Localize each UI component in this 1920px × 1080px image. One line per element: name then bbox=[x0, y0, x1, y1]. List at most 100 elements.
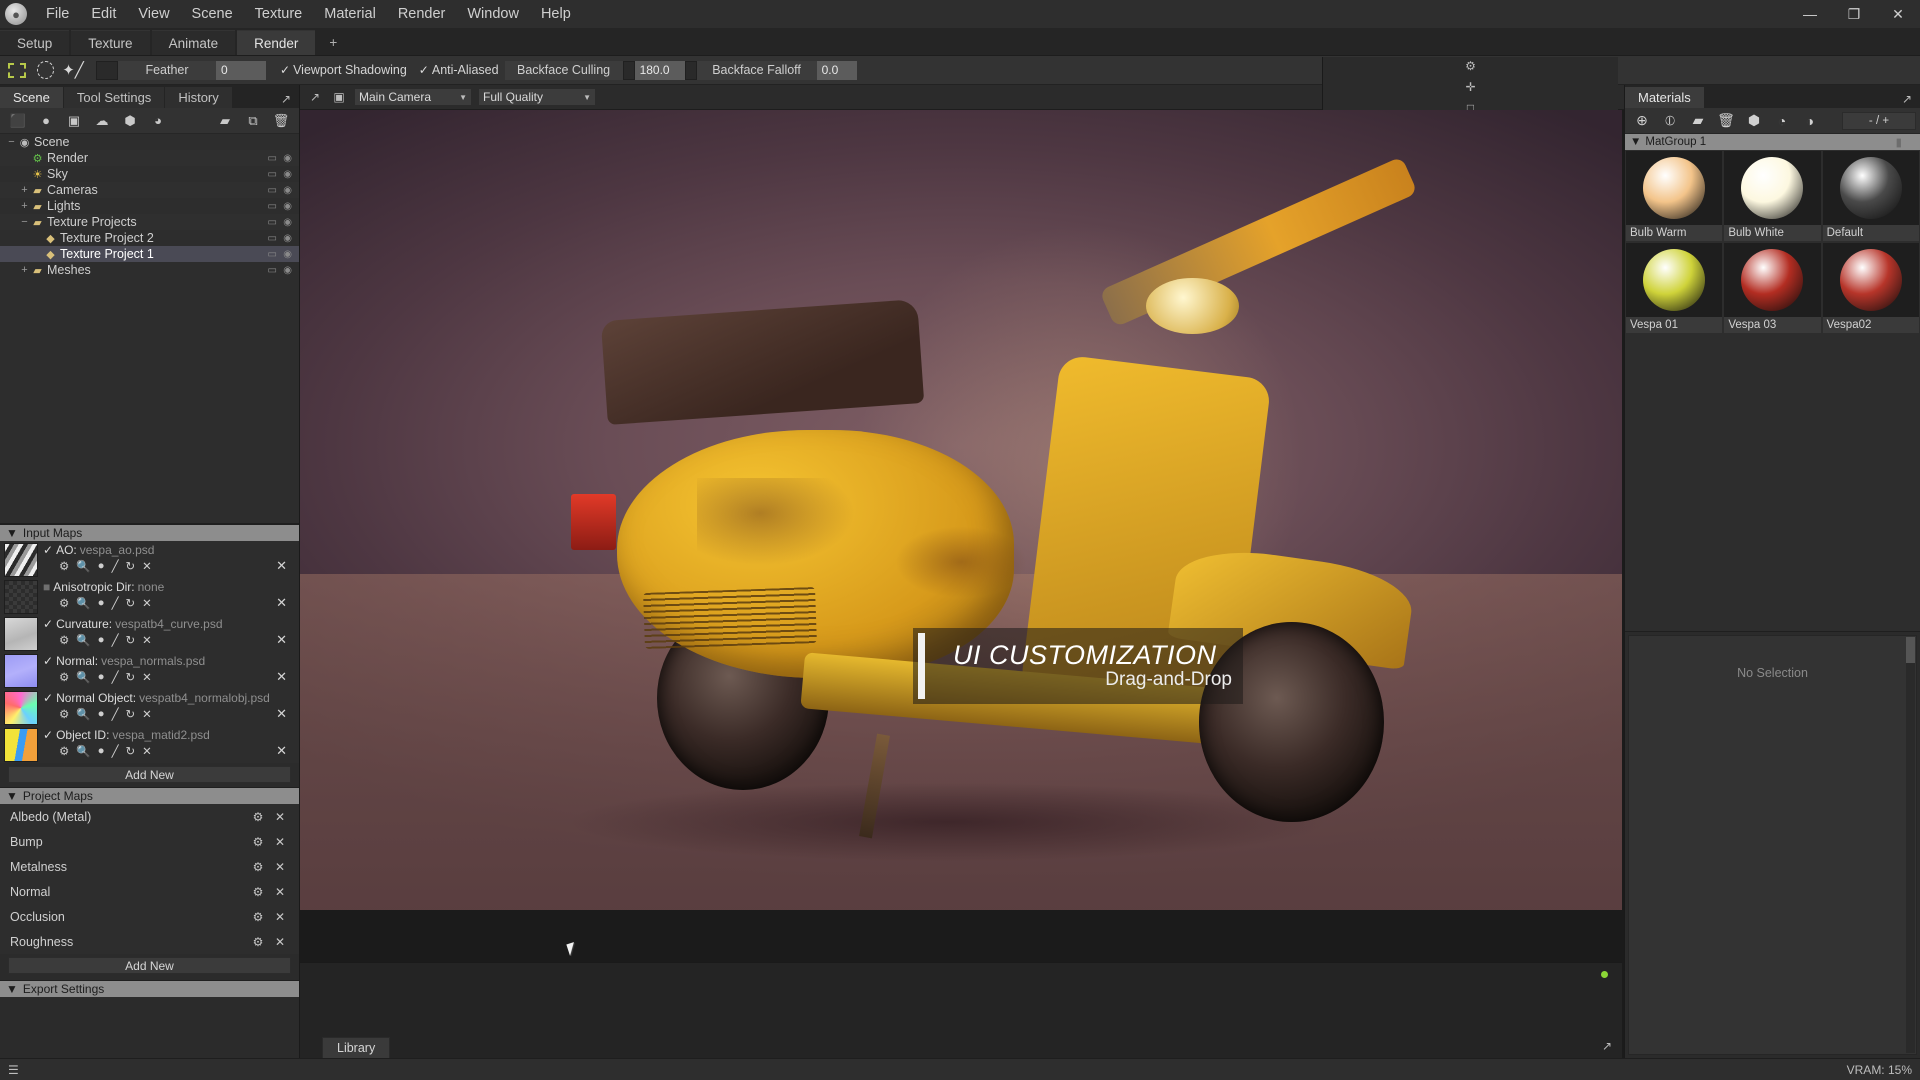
viewport-shadowing-checkbox[interactable]: ✓ Viewport Shadowing bbox=[280, 63, 407, 77]
pop-out-icon[interactable]: ↗ bbox=[306, 88, 324, 106]
check-icon[interactable]: ✓ bbox=[43, 617, 53, 631]
input-map-row[interactable]: ✓ Normal Object: vespatb4_normalobj.psd ⚙ 🔍 ●… bbox=[0, 689, 299, 726]
scene-outliner-tree[interactable]: − ◉ Scene ⚙ Render ▭ ◉ ☀ Sky ▭ ◉ + ▰ Cameras ▭ ◉ + ▰ Light… bbox=[0, 134, 299, 524]
tree-item-texture-project-2[interactable]: ◆ Texture Project 2 ▭ ◉ bbox=[0, 230, 299, 246]
remove-input-map-icon[interactable]: ✕ bbox=[276, 706, 295, 722]
project-map-row[interactable]: Metalness ⚙ ✕ bbox=[0, 854, 299, 879]
camera-icon[interactable]: ▣ bbox=[330, 88, 348, 106]
material-preview[interactable] bbox=[1626, 243, 1723, 317]
new-group-folder-icon[interactable]: ▰ bbox=[1685, 110, 1711, 132]
settings-gear-icon[interactable]: ⚙ bbox=[59, 707, 69, 721]
tree-twisty[interactable]: − bbox=[6, 136, 17, 148]
tree-item-texture-projects[interactable]: − ▰ Texture Projects ▭ ◉ bbox=[0, 214, 299, 230]
tree-twisty[interactable]: + bbox=[19, 200, 30, 212]
menu-item-texture[interactable]: Texture bbox=[244, 1, 314, 27]
settings-gear-icon[interactable]: ⚙ bbox=[247, 810, 269, 824]
quality-select[interactable]: Full Quality ▼ bbox=[478, 88, 596, 106]
material-picker-icon[interactable]: ◑ bbox=[1797, 110, 1823, 132]
clear-icon[interactable]: ✕ bbox=[142, 596, 152, 610]
tree-item-render[interactable]: ⚙ Render ▭ ◉ bbox=[0, 150, 299, 166]
tab-setup[interactable]: Setup bbox=[0, 30, 70, 55]
material-count-field[interactable]: - / + bbox=[1842, 111, 1916, 130]
material-cell[interactable]: Vespa 01 bbox=[1625, 242, 1723, 334]
project-maps-section-header[interactable]: ▼ Project Maps bbox=[0, 787, 299, 804]
tab-scene[interactable]: Scene bbox=[0, 87, 63, 108]
add-workspace-button[interactable]: + bbox=[317, 30, 350, 55]
backface-culling-slider[interactable] bbox=[622, 60, 635, 80]
aniso-thumb[interactable] bbox=[4, 580, 38, 614]
input-map-row[interactable]: ■ Anisotropic Dir: none ⚙ 🔍 ● ╱ ↻ ✕ ✕ bbox=[0, 578, 299, 615]
normalobj-thumb[interactable] bbox=[4, 691, 38, 725]
settings-gear-icon[interactable]: ⚙ bbox=[247, 835, 269, 849]
eyedropper-icon[interactable]: ╱ bbox=[112, 559, 119, 573]
settings-gear-icon[interactable]: ⚙ bbox=[247, 860, 269, 874]
tab-animate[interactable]: Animate bbox=[151, 30, 236, 55]
color-picker-icon[interactable]: ● bbox=[98, 671, 105, 683]
material-preview[interactable] bbox=[1724, 151, 1821, 225]
visibility-icon[interactable]: ◉ bbox=[283, 185, 292, 196]
input-map-row[interactable]: ✓ Curvature: vespatb4_curve.psd ⚙ 🔍 ● ╱ ↻ ✕ ✕ bbox=[0, 615, 299, 652]
anti-aliased-checkbox[interactable]: ✓ Anti-Aliased bbox=[419, 63, 499, 77]
eyedropper-icon[interactable]: ╱ bbox=[112, 707, 119, 721]
feather-value[interactable]: 0 bbox=[216, 60, 266, 80]
add-sky-icon[interactable]: ☁ bbox=[88, 110, 116, 132]
remove-project-map-icon[interactable]: ✕ bbox=[269, 810, 291, 824]
tab-materials[interactable]: Materials bbox=[1625, 87, 1704, 108]
lock-icon[interactable]: ▭ bbox=[268, 169, 277, 180]
color-picker-icon[interactable]: ● bbox=[98, 560, 105, 572]
visibility-icon[interactable]: ◉ bbox=[283, 217, 292, 228]
reload-icon[interactable]: ↻ bbox=[126, 670, 136, 684]
settings-gear-icon[interactable]: ⚙ bbox=[59, 633, 69, 647]
project-map-row[interactable]: Albedo (Metal) ⚙ ✕ bbox=[0, 804, 299, 829]
pop-out-icon[interactable]: ↗ bbox=[1898, 90, 1916, 108]
project-map-row[interactable]: Roughness ⚙ ✕ bbox=[0, 929, 299, 954]
eyedropper-icon[interactable]: ╱ bbox=[112, 633, 119, 647]
check-icon[interactable]: ✓ bbox=[43, 654, 53, 668]
hamburger-icon[interactable]: ☰ bbox=[8, 1063, 19, 1077]
check-icon[interactable]: ✓ bbox=[43, 543, 53, 557]
visibility-icon[interactable]: ◉ bbox=[283, 249, 292, 260]
reload-icon[interactable]: ↻ bbox=[126, 707, 136, 721]
duplicate-icon[interactable]: ⧉ bbox=[239, 110, 267, 132]
add-mesh-icon[interactable]: ⬛ bbox=[4, 110, 32, 132]
export-settings-section-header[interactable]: ▼ Export Settings bbox=[0, 980, 299, 997]
color-picker-icon[interactable]: ● bbox=[98, 634, 105, 646]
viewport-3d[interactable]: UI CUSTOMIZATION Drag-and-Drop Library ↗ bbox=[300, 110, 1624, 1058]
remove-project-map-icon[interactable]: ✕ bbox=[269, 935, 291, 949]
project-map-row[interactable]: Normal ⚙ ✕ bbox=[0, 879, 299, 904]
zoom-icon[interactable]: 🔍 bbox=[76, 707, 90, 721]
pop-out-icon[interactable]: ↗ bbox=[1602, 1039, 1612, 1053]
menu-item-material[interactable]: Material bbox=[313, 1, 387, 27]
material-grid[interactable]: Bulb Warm Bulb White Default Vespa 01 Vespa … bbox=[1625, 150, 1920, 334]
settings-gear-icon[interactable]: ⚙ bbox=[247, 910, 269, 924]
tab-texture[interactable]: Texture bbox=[71, 30, 150, 55]
menu-item-scene[interactable]: Scene bbox=[181, 1, 244, 27]
eyedropper-icon[interactable]: ╱ bbox=[112, 670, 119, 684]
settings-gear-icon[interactable]: ⚙ bbox=[59, 744, 69, 758]
input-map-row[interactable]: ✓ Normal: vespa_normals.psd ⚙ 🔍 ● ╱ ↻ ✕ ✕ bbox=[0, 652, 299, 689]
delete-material-icon[interactable]: 🗑 bbox=[1713, 110, 1739, 132]
backface-falloff-value[interactable]: 0.0 bbox=[816, 60, 857, 80]
add-material-copy-icon[interactable]: ⦶ bbox=[1657, 110, 1683, 132]
tree-item-cameras[interactable]: + ▰ Cameras ▭ ◉ bbox=[0, 182, 299, 198]
material-cell[interactable]: Bulb White bbox=[1723, 150, 1821, 242]
lock-icon[interactable]: ▭ bbox=[268, 201, 277, 212]
tab-history[interactable]: History bbox=[165, 87, 232, 108]
material-cell[interactable]: Bulb Warm bbox=[1625, 150, 1723, 242]
zoom-icon[interactable]: 🔍 bbox=[76, 633, 90, 647]
material-preview[interactable] bbox=[1822, 243, 1919, 317]
input-map-row[interactable]: ✓ AO: vespa_ao.psd ⚙ 🔍 ● ╱ ↻ ✕ ✕ bbox=[0, 541, 299, 578]
menu-item-view[interactable]: View bbox=[127, 1, 180, 27]
clear-icon[interactable]: ✕ bbox=[142, 670, 152, 684]
feather-field[interactable] bbox=[96, 60, 118, 80]
input-maps-add-new-button[interactable]: Add New bbox=[8, 766, 291, 783]
tree-item-scene[interactable]: − ◉ Scene bbox=[0, 134, 299, 150]
clear-icon[interactable]: ✕ bbox=[142, 707, 152, 721]
eyedropper-icon[interactable]: ╱ bbox=[112, 744, 119, 758]
menu-item-edit[interactable]: Edit bbox=[80, 1, 127, 27]
camera-select[interactable]: Main Camera ▼ bbox=[354, 88, 472, 106]
settings-gear-icon[interactable]: ⚙ bbox=[59, 559, 69, 573]
magic-wand-tool[interactable]: ✦╱ bbox=[60, 58, 86, 82]
tree-twisty[interactable]: + bbox=[19, 184, 30, 196]
remove-input-map-icon[interactable]: ✕ bbox=[276, 558, 295, 574]
